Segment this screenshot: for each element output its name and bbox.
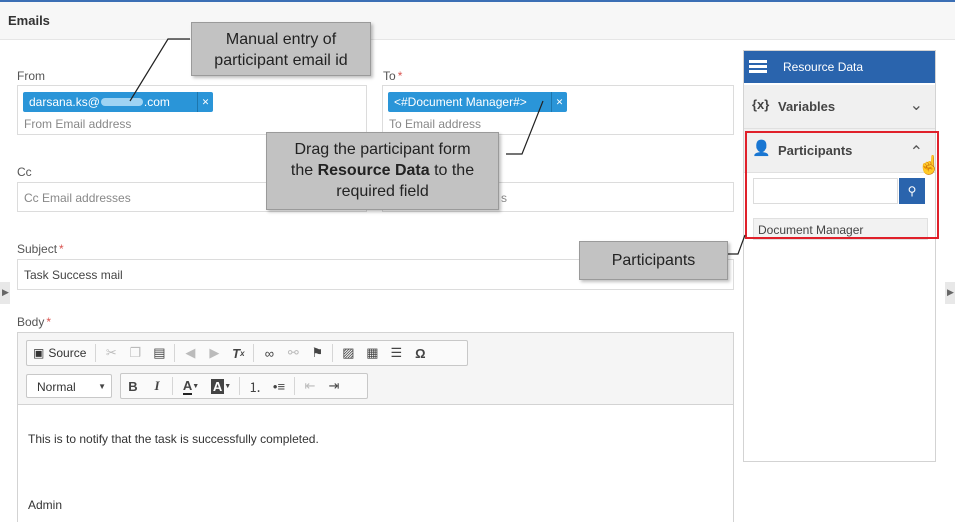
from-chip[interactable]: darsana.ks@ .com ✕ [23,92,213,112]
source-button[interactable]: ▣ Source [27,341,92,365]
horizontal-line-icon[interactable]: ☰ [384,341,408,365]
resource-panel-title: Resource Data [783,60,864,74]
page-header: Emails [0,2,955,40]
from-label: From [17,69,45,83]
required-mark: * [46,315,52,329]
unlink-icon[interactable]: ⚯ [281,341,305,365]
subject-label-text: Subject [17,242,58,256]
editor-toolbar: ▣ Source ✂ ❐ ▤ ◀ ▶ Tx ∞ ⚯ ⚑ ▨ ▦ ☰ Ω Norma… [18,333,733,405]
format-select[interactable]: Normal ▼ [26,374,112,398]
link-icon[interactable]: ∞ [257,341,281,365]
rich-text-editor[interactable]: ▣ Source ✂ ❐ ▤ ◀ ▶ Tx ∞ ⚯ ⚑ ▨ ▦ ☰ Ω Norma… [17,332,734,522]
right-collapse-handle[interactable]: ▶ [945,282,955,304]
variables-icon: {x} [752,97,770,112]
redo-icon[interactable]: ▶ [202,341,226,365]
body-text-line: This is to notify that the task is succe… [28,432,319,446]
copy-icon[interactable]: ❐ [123,341,147,365]
text-color-icon[interactable]: A ▼ [176,374,206,398]
cut-icon[interactable]: ✂ [99,341,123,365]
required-mark: * [397,69,403,83]
drag-callout-line-1: Drag the participant form [294,141,471,158]
subject-label: Subject * [17,242,64,256]
bold-icon[interactable]: B [121,374,145,398]
outdent-icon[interactable]: ⇤ [298,374,322,398]
chevron-down-icon[interactable]: ⌄ [910,95,923,115]
arrow-right-icon: ▶ [947,287,954,297]
from-chip-tail: .com [143,95,170,109]
close-icon[interactable]: ✕ [551,92,567,112]
paste-icon[interactable]: ▤ [147,341,171,365]
format-value: Normal [37,380,76,394]
variables-label: Variables [778,99,836,114]
variables-accordion[interactable]: {x} Variables ⌄ [744,85,935,129]
bcc-placeholder: s [501,191,507,205]
page-title: Emails [8,13,50,28]
to-field[interactable]: <#Document Manager#> ✕ To Email address [382,85,734,135]
menu-icon[interactable] [749,60,767,74]
arrow-right-icon: ▶ [2,287,9,297]
indent-icon[interactable]: ⇥ [322,374,346,398]
participants-highlight [745,131,939,239]
to-chip[interactable]: <#Document Manager#> ✕ [388,92,567,112]
drag-callout-line-2: the Resource Data to the [290,162,475,179]
resource-panel-header[interactable]: Resource Data [744,51,935,83]
toolbar-row-1: ▣ Source ✂ ❐ ▤ ◀ ▶ Tx ∞ ⚯ ⚑ ▨ ▦ ☰ Ω [26,340,468,366]
blurred-text [100,98,143,106]
to-label-text: To [383,69,396,83]
from-chip-text: darsana.ks@ [29,95,100,109]
table-icon[interactable]: ▦ [360,341,384,365]
to-label: To * [383,69,402,83]
italic-icon[interactable]: I [145,374,169,398]
from-field[interactable]: darsana.ks@ .com ✕ From Email address [17,85,367,135]
bg-color-icon[interactable]: A ▼ [206,374,236,398]
manual-entry-callout: Manual entry of participant email id [191,22,371,76]
drag-callout: Drag the participant form the Resource D… [266,132,499,210]
from-placeholder: From Email address [24,117,132,131]
drag-callout-line-3: required field [336,183,429,200]
required-mark: * [59,242,64,256]
participants-callout: Participants [579,241,728,280]
bullet-list-icon[interactable]: •≡ [267,374,291,398]
remove-format-icon[interactable]: Tx [226,341,250,365]
to-chip-text: <#Document Manager#> [394,95,527,109]
undo-icon[interactable]: ◀ [178,341,202,365]
left-collapse-handle[interactable]: ▶ [0,282,10,304]
source-label: Source [48,346,87,360]
hand-cursor-icon: ☝ [918,155,941,175]
resource-panel: Resource Data {x} Variables ⌄ 👤 Particip… [743,50,936,462]
cc-placeholder: Cc Email addresses [24,191,131,205]
close-icon[interactable]: ✕ [197,92,213,112]
toolbar-row-2: B I A ▼ A ▼ ⒈ •≡ ⇤ ⇥ [120,373,368,399]
flag-icon[interactable]: ⚑ [305,341,329,365]
subject-value: Task Success mail [24,268,123,282]
body-signature: Admin [28,498,63,512]
image-icon[interactable]: ▨ [336,341,360,365]
chevron-down-icon: ▼ [98,382,106,391]
special-char-icon[interactable]: Ω [408,341,432,365]
body-label: Body * [17,315,51,329]
numbered-list-icon[interactable]: ⒈ [243,374,267,398]
source-icon: ▣ [33,346,45,360]
body-label-text: Body [17,315,45,329]
cc-label: Cc [17,165,32,179]
to-placeholder: To Email address [389,117,482,131]
